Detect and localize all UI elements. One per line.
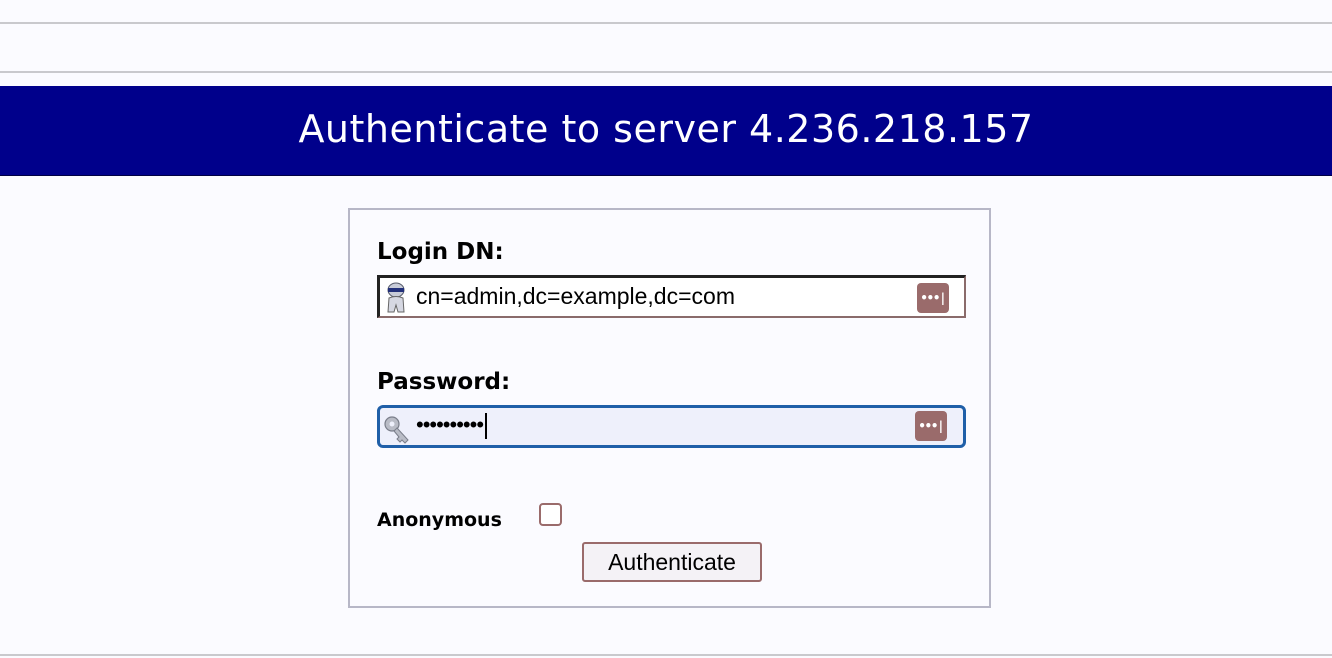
login-form: Login DN: cn=admin,dc=example,dc=com •••… — [348, 208, 991, 608]
password-label: Password: — [377, 369, 511, 395]
anonymous-checkbox[interactable] — [539, 503, 562, 526]
login-dn-value: cn=admin,dc=example,dc=com — [416, 283, 735, 309]
password-input[interactable]: •••••••••• •••| — [377, 405, 966, 448]
key-icon — [384, 416, 409, 444]
login-dn-label: Login DN: — [377, 239, 504, 265]
header-divider — [0, 71, 1332, 73]
password-mask: •••••••••• — [416, 412, 484, 437]
title-bar: Authenticate to server 4.236.218.157 — [0, 86, 1332, 176]
password-manager-button[interactable]: •••| — [917, 283, 949, 313]
user-icon — [387, 282, 405, 313]
anonymous-label: Anonymous — [377, 509, 502, 531]
top-divider — [0, 22, 1332, 24]
password-value: •••••••••• — [416, 412, 488, 440]
page: Authenticate to server 4.236.218.157 Log… — [0, 0, 1332, 658]
password-manager-button[interactable]: •••| — [915, 411, 947, 441]
bottom-divider — [0, 654, 1332, 656]
login-dn-input[interactable]: cn=admin,dc=example,dc=com •••| — [377, 275, 966, 318]
text-caret — [485, 413, 488, 440]
page-title: Authenticate to server 4.236.218.157 — [298, 106, 1034, 151]
authenticate-button[interactable]: Authenticate — [582, 542, 762, 582]
